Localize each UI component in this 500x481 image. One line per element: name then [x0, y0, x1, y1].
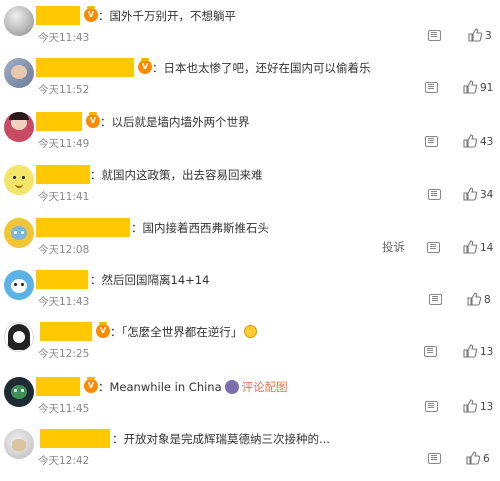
username[interactable]: [36, 270, 88, 289]
timestamp: 今天11:49: [38, 138, 90, 150]
username[interactable]: [36, 165, 90, 184]
comment-icon[interactable]: [429, 294, 442, 305]
comment-text: ：国内接着西西弗斯推石头: [131, 221, 269, 235]
username[interactable]: [36, 377, 80, 396]
thumbs-up-icon[interactable]: [463, 399, 477, 413]
thumbs-up-icon[interactable]: [468, 28, 482, 42]
comment-item: V ：以后就是墙内墙外两个世界 今天11:49 43: [0, 112, 500, 164]
like-count: 8: [484, 294, 491, 306]
report-button[interactable]: 投诉: [382, 239, 405, 255]
comment-icon[interactable]: [424, 346, 437, 357]
avatar[interactable]: [4, 218, 34, 248]
comment-icon[interactable]: [425, 401, 438, 412]
like-count: 3: [485, 30, 492, 42]
timestamp: 今天12:42: [38, 455, 90, 467]
timestamp: 今天12:25: [38, 348, 90, 360]
comment-icon[interactable]: [428, 30, 441, 41]
comment-image-link[interactable]: 评论配图: [242, 380, 288, 394]
username[interactable]: [36, 58, 134, 77]
vip-badge-icon: V: [84, 377, 98, 393]
username[interactable]: [36, 6, 80, 25]
comment-text: ：开放对象是完成辉瑞莫德纳三次接种的...: [112, 432, 330, 446]
timestamp: 今天11:45: [38, 403, 90, 415]
avatar[interactable]: [4, 270, 34, 300]
like-count: 34: [480, 189, 494, 201]
thumbs-up-icon[interactable]: [467, 292, 481, 306]
comment-icon[interactable]: [427, 242, 440, 253]
vip-badge-icon: V: [84, 6, 98, 22]
comment-icon[interactable]: [428, 189, 441, 200]
comment-item: V ：「怎麼全世界都在逆行」 今天12:25 13: [0, 322, 500, 374]
comment-text: ：日本也太惨了吧，还好在国内可以偷着乐: [152, 61, 371, 75]
avatar[interactable]: [4, 112, 34, 142]
username[interactable]: [40, 322, 92, 341]
thumbs-up-icon[interactable]: [463, 240, 477, 254]
username[interactable]: [36, 218, 130, 237]
timestamp: 今天11:52: [38, 84, 90, 96]
thumbs-up-icon[interactable]: [466, 451, 480, 465]
thumbs-up-icon[interactable]: [463, 344, 477, 358]
like-count: 91: [480, 82, 494, 94]
comment-text: ：就国内这政策，出去容易回来难: [90, 168, 263, 182]
timestamp: 今天11:43: [38, 296, 90, 308]
comment-list: V ：国外千万别开，不想躺平 今天11:43 3 V ：日本也太惨了吧，还好在国…: [0, 0, 500, 468]
like-count: 6: [483, 453, 490, 465]
like-count: 13: [480, 346, 494, 358]
like-count: 14: [480, 242, 494, 254]
avatar[interactable]: [4, 165, 34, 195]
comment-text: ：「怎麼全世界都在逆行」: [110, 324, 258, 340]
like-count: 43: [480, 136, 494, 148]
like-count: 13: [480, 401, 494, 413]
comment-icon[interactable]: [428, 453, 441, 464]
comment-item: ：开放对象是完成辉瑞莫德纳三次接种的... 今天12:42 6: [0, 429, 500, 481]
comment-text-body: ：「怎麼全世界都在逆行」: [110, 325, 243, 339]
vip-badge-icon: V: [96, 322, 110, 338]
comment-item: ：就国内这政策，出去容易回来难 今天11:41 34: [0, 165, 500, 217]
username[interactable]: [36, 112, 82, 131]
avatar[interactable]: [4, 6, 34, 36]
avatar[interactable]: [4, 58, 34, 88]
thumbs-up-icon[interactable]: [463, 134, 477, 148]
comment-text: ：国外千万别开，不想躺平: [98, 9, 236, 23]
comment-item: V ：Meanwhile in China 评论配图 今天11:45 13: [0, 377, 500, 429]
thumbs-up-icon[interactable]: [463, 80, 477, 94]
image-thumbnail-icon[interactable]: [224, 380, 239, 394]
comment-item: V ：日本也太惨了吧，还好在国内可以偷着乐 今天11:52 91: [0, 58, 500, 110]
avatar[interactable]: [4, 322, 34, 352]
avatar[interactable]: [4, 429, 34, 459]
comment-text-body: ：Meanwhile in China: [98, 380, 222, 394]
comment-text: ：Meanwhile in China 评论配图: [98, 379, 288, 395]
comment-text: ：然后回国隔离14+14: [90, 273, 210, 287]
comment-item: V ：国外千万别开，不想躺平 今天11:43 3: [0, 6, 500, 58]
vip-badge-icon: V: [138, 58, 152, 74]
thumbs-up-icon[interactable]: [463, 187, 477, 201]
comment-icon[interactable]: [425, 82, 438, 93]
timestamp: 今天11:41: [38, 191, 90, 203]
avatar[interactable]: [4, 377, 34, 407]
timestamp: 今天12:08: [38, 244, 90, 256]
comment-item: ：然后回国隔离14+14 今天11:43 8: [0, 270, 500, 322]
timestamp: 今天11:43: [38, 32, 90, 44]
comment-icon[interactable]: [425, 136, 438, 147]
laughing-emoji-icon: [244, 325, 258, 338]
vip-badge-icon: V: [86, 112, 100, 128]
comment-text: ：以后就是墙内墙外两个世界: [100, 115, 250, 129]
comment-item: ：国内接着西西弗斯推石头 今天12:08 投诉 14: [0, 218, 500, 270]
username[interactable]: [40, 429, 110, 448]
